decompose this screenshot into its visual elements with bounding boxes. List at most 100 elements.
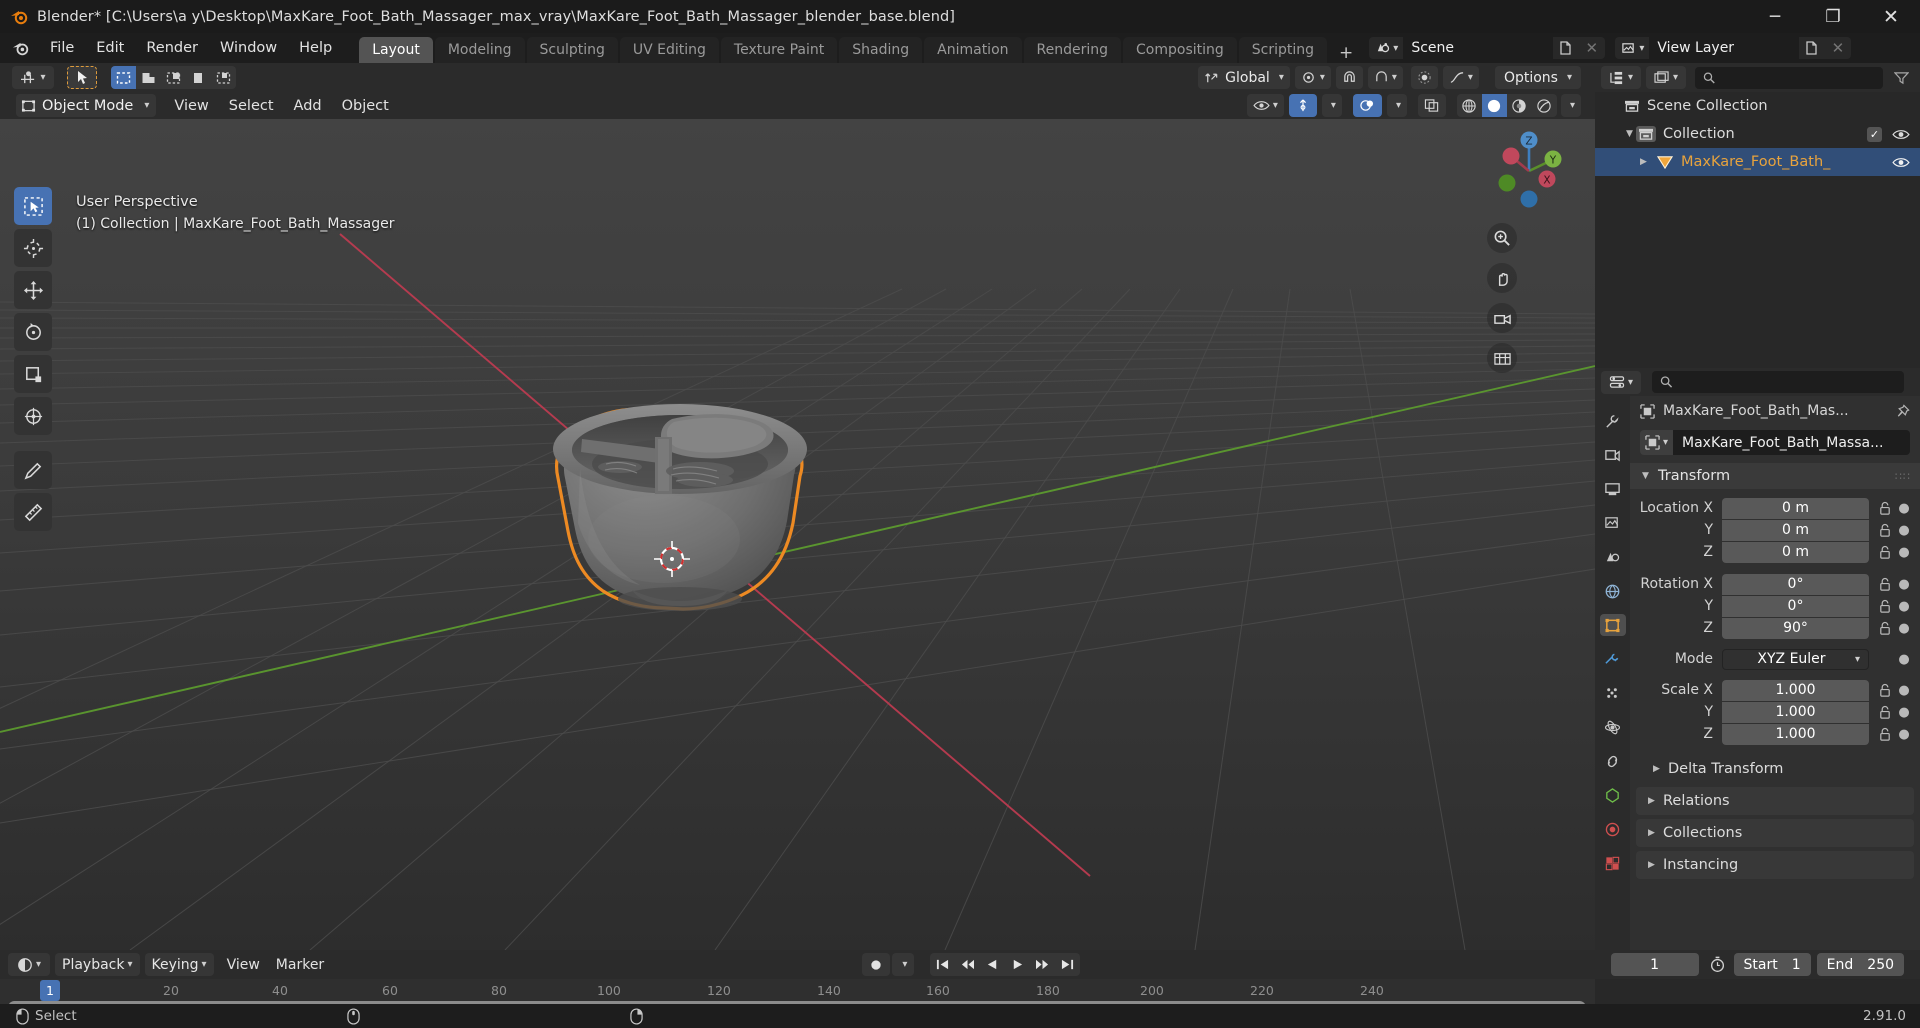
tab-modeling[interactable]: Modeling	[434, 37, 525, 63]
visibility-selector[interactable]: ▾	[1246, 94, 1284, 117]
tab-material[interactable]	[1600, 818, 1626, 840]
scale-x-input[interactable]: 1.000	[1722, 679, 1869, 701]
properties-search-field[interactable]	[1678, 374, 1896, 390]
tool-cursor[interactable]	[14, 229, 52, 267]
snap-settings[interactable]: ▾	[1367, 66, 1403, 89]
viewport-canvas[interactable]: User Perspective (1) Collection | MaxKar…	[0, 119, 1595, 950]
animate-dot-icon[interactable]: ●	[1896, 705, 1912, 720]
toggle-orthographic-button[interactable]	[1487, 343, 1517, 373]
tool-tweak-select[interactable]	[14, 187, 52, 225]
select-intersect-icon[interactable]	[211, 66, 236, 89]
previous-keyframe-button[interactable]	[955, 953, 980, 976]
tab-scene[interactable]	[1600, 546, 1626, 568]
blender-menu-icon[interactable]	[12, 40, 29, 57]
select-subtract-icon[interactable]	[161, 66, 186, 89]
animate-dot-icon[interactable]: ●	[1896, 727, 1912, 742]
camera-view-button[interactable]	[1487, 303, 1517, 333]
tab-uv-editing[interactable]: UV Editing	[619, 37, 719, 63]
tab-view-layer[interactable]	[1600, 512, 1626, 534]
expand-triangle[interactable]: ▶	[1645, 796, 1658, 806]
subpanel-relations[interactable]: ▶ Relations	[1636, 787, 1914, 815]
shading-settings[interactable]: ▾	[1560, 94, 1581, 117]
tab-animation[interactable]: Animation	[924, 37, 1022, 63]
tool-move[interactable]	[14, 271, 52, 309]
jump-to-end-button[interactable]	[1055, 953, 1080, 976]
select-invert-icon[interactable]	[186, 66, 211, 89]
lock-icon[interactable]	[1874, 621, 1896, 636]
xray-toggle[interactable]	[1417, 94, 1446, 117]
axis-gizmo[interactable]: Z Y X	[1487, 129, 1571, 213]
animate-dot-icon[interactable]: ●	[1896, 523, 1912, 538]
timeline-menu-marker[interactable]: Marker	[268, 954, 332, 976]
view-layer-icon[interactable]: ▾	[1615, 37, 1650, 59]
location-y-input[interactable]: 0 m	[1722, 519, 1869, 541]
animate-dot-icon[interactable]: ●	[1896, 652, 1912, 667]
tab-physics[interactable]	[1600, 716, 1626, 738]
close-button[interactable]: ✕	[1862, 0, 1920, 33]
start-frame-input[interactable]: Start 1	[1733, 953, 1811, 976]
lock-icon[interactable]	[1874, 727, 1896, 742]
viewport-menu-select[interactable]: Select	[219, 95, 284, 117]
tab-particles[interactable]	[1600, 682, 1626, 704]
tool-scale[interactable]	[14, 355, 52, 393]
menu-edit[interactable]: Edit	[85, 37, 135, 59]
select-extend-icon[interactable]	[136, 66, 161, 89]
gizmo-toggle[interactable]	[1288, 94, 1317, 117]
properties-search-input[interactable]	[1652, 371, 1904, 393]
outliner-search-input[interactable]	[1695, 66, 1883, 89]
lock-icon[interactable]	[1874, 599, 1896, 614]
timeline-editor-type-selector[interactable]: ▾	[8, 953, 50, 976]
rotation-mode-select[interactable]: XYZ Euler ▾	[1722, 648, 1869, 670]
object-mode-selector[interactable]: Object Mode ▾	[16, 94, 157, 117]
tab-texture[interactable]	[1600, 852, 1626, 874]
animate-dot-icon[interactable]: ●	[1896, 577, 1912, 592]
new-scene-button[interactable]	[1553, 37, 1579, 59]
new-view-layer-button[interactable]	[1799, 37, 1825, 59]
outliner-display-mode-selector[interactable]: ▾	[1601, 66, 1641, 89]
expand-triangle[interactable]: ▼	[1623, 129, 1636, 139]
tab-object[interactable]	[1599, 614, 1626, 636]
remove-view-layer-button[interactable]: ✕	[1824, 37, 1852, 59]
minimize-button[interactable]: ─	[1746, 0, 1804, 33]
end-frame-input[interactable]: End 250	[1816, 953, 1905, 976]
tab-output[interactable]	[1600, 478, 1626, 500]
material-preview-shading-icon[interactable]	[1507, 94, 1532, 117]
subpanel-collections[interactable]: ▶ Collections	[1636, 819, 1914, 847]
timeline-menu-view[interactable]: View	[219, 954, 268, 976]
overlays-settings[interactable]: ▾	[1386, 94, 1407, 117]
tool-annotate[interactable]	[14, 451, 52, 489]
tab-layout[interactable]: Layout	[359, 37, 433, 63]
outliner-row-maxkare-foot-bath[interactable]: ▶ MaxKare_Foot_Bath_	[1595, 148, 1920, 176]
menu-render[interactable]: Render	[135, 37, 209, 59]
rotation-x-input[interactable]: 0°	[1722, 573, 1869, 595]
object-name-value[interactable]: MaxKare_Foot_Bath_Massa...	[1673, 430, 1910, 455]
gizmo-settings[interactable]: ▾	[1321, 94, 1342, 117]
subpanel-delta-transform[interactable]: ▶ Delta Transform	[1630, 755, 1920, 783]
collection-checkbox[interactable]: ✓	[1867, 126, 1882, 142]
transform-orientation-selector[interactable]: Global ▾	[1198, 66, 1290, 89]
outliner-filter-button[interactable]	[1888, 66, 1914, 89]
lock-icon[interactable]	[1874, 501, 1896, 516]
pin-icon[interactable]	[1895, 403, 1910, 419]
timeline-playhead[interactable]: 1	[40, 980, 60, 1001]
stopwatch-icon[interactable]	[1709, 956, 1726, 973]
tool-transform[interactable]	[14, 397, 52, 435]
select-set-icon[interactable]	[111, 66, 136, 89]
add-workspace-button[interactable]: +	[1329, 43, 1363, 63]
wireframe-shading-icon[interactable]	[1457, 94, 1482, 117]
expand-triangle[interactable]: ▶	[1637, 157, 1650, 167]
timeline-scrubber[interactable]: 20 40 60 80 100 120 140 160 180 200 220 …	[0, 979, 1595, 1014]
viewport-menu-object[interactable]: Object	[332, 95, 399, 117]
scene-name-field[interactable]: Scene	[1403, 37, 1554, 59]
animate-dot-icon[interactable]: ●	[1896, 501, 1912, 516]
viewport-options-button[interactable]: Options ▾	[1494, 66, 1581, 89]
scale-z-input[interactable]: 1.000	[1722, 723, 1869, 745]
auto-keying-toggle[interactable]	[862, 953, 891, 976]
menu-help[interactable]: Help	[288, 37, 343, 59]
viewport-menu-view[interactable]: View	[164, 95, 218, 117]
tab-shading[interactable]: Shading	[839, 37, 923, 63]
unlink-scene-button[interactable]: ✕	[1578, 37, 1606, 59]
keying-menu[interactable]: Keying ▾	[144, 953, 214, 976]
transform-panel-header[interactable]: ▼ Transform ∷∷	[1630, 463, 1920, 489]
animate-dot-icon[interactable]: ●	[1896, 599, 1912, 614]
